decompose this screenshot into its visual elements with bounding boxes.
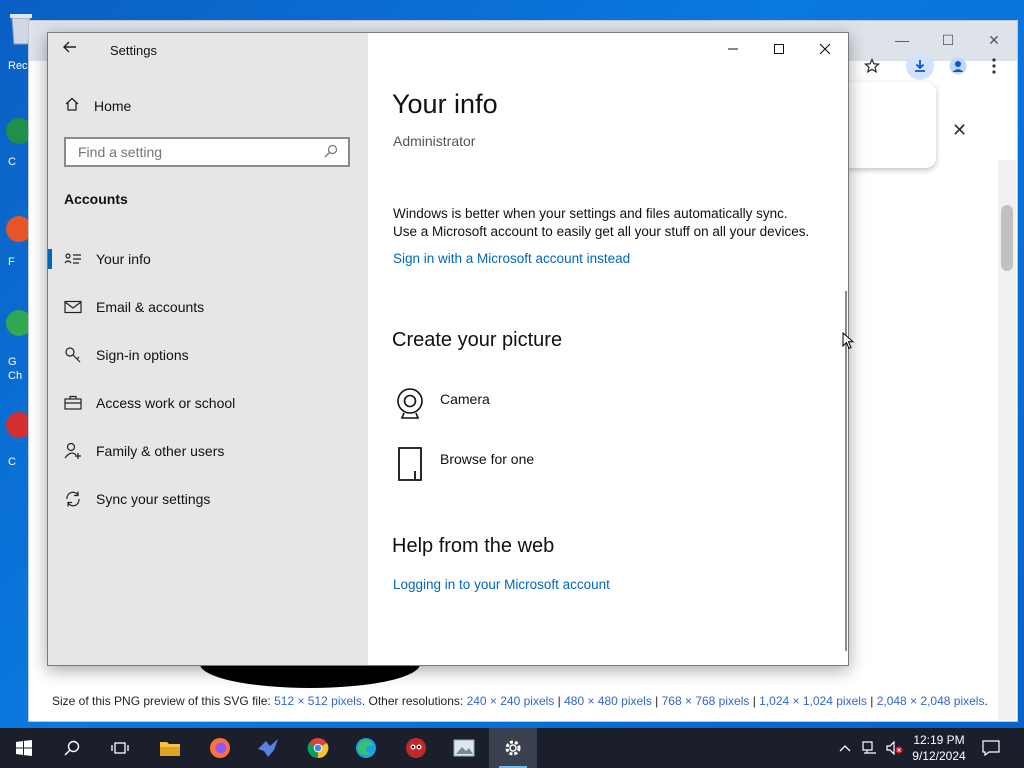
window-title: Settings: [110, 43, 157, 58]
resolution-link[interactable]: 768 × 768 pixels: [662, 694, 750, 708]
help-heading: Help from the web: [392, 535, 555, 557]
desktop-label-recycle-bin: Rec: [8, 60, 28, 72]
browse-option[interactable]: Browse for one: [394, 447, 534, 486]
footer-end: .: [984, 694, 988, 708]
desktop-label-3: G: [8, 356, 17, 368]
firefox-icon[interactable]: [196, 728, 244, 768]
edge-icon[interactable]: [342, 728, 390, 768]
chrome-scrollbar-thumb[interactable]: [1001, 205, 1013, 271]
nav-label: Sign-in options: [96, 347, 189, 363]
home-nav-item[interactable]: Home: [64, 95, 131, 117]
start-icon[interactable]: [0, 728, 48, 768]
chrome-close-button[interactable]: ✕: [979, 29, 1009, 51]
nav-item-family-other-users[interactable]: Family & other users: [48, 433, 368, 469]
nav-item-access-work-school[interactable]: Access work or school: [48, 385, 368, 421]
bookmark-star-icon[interactable]: [858, 52, 886, 80]
nav-label: Email & accounts: [96, 299, 205, 315]
file-explorer-icon[interactable]: [146, 728, 194, 768]
desktop-label-5: C: [8, 456, 16, 468]
resolution-link[interactable]: 480 × 480 pixels: [564, 694, 652, 708]
chrome-menu-icon[interactable]: [980, 52, 1008, 80]
nav-item-email-accounts[interactable]: Email & accounts: [48, 289, 368, 325]
network-icon[interactable]: [862, 728, 878, 768]
resolution-link[interactable]: 1,024 × 1,024 pixels: [759, 694, 867, 708]
sign-in-microsoft-link[interactable]: Sign in with a Microsoft account instead: [393, 251, 630, 266]
nav-item-your-info[interactable]: Your info: [48, 241, 368, 277]
webcam-icon: [394, 387, 426, 424]
notifications-icon[interactable]: [982, 728, 1000, 768]
clock-time: 12:19 PM: [913, 733, 965, 747]
search-icon[interactable]: [48, 728, 96, 768]
minimize-button[interactable]: [710, 33, 756, 65]
desktop-label-2: F: [8, 256, 15, 268]
mouse-cursor-icon: [842, 332, 854, 350]
resolution-link[interactable]: 512 × 512 pixels: [274, 694, 362, 708]
search-input[interactable]: [76, 143, 324, 161]
mail-icon: [64, 298, 82, 316]
page-title: Your info: [392, 89, 498, 119]
search-icon[interactable]: [324, 144, 348, 161]
camera-label: Camera: [440, 391, 490, 407]
chrome-minimize-button[interactable]: —: [887, 29, 917, 51]
key-icon: [64, 346, 82, 364]
bird-app-icon[interactable]: [244, 728, 292, 768]
nav-item-sign-in-options[interactable]: Sign-in options: [48, 337, 368, 373]
app-icon[interactable]: [392, 728, 440, 768]
sync-description: Windows is better when your settings and…: [393, 205, 833, 268]
close-button[interactable]: [802, 33, 848, 65]
task-view-icon[interactable]: [96, 728, 144, 768]
camera-option[interactable]: Camera: [394, 387, 490, 424]
profile-icon[interactable]: [944, 52, 972, 80]
back-arrow-icon[interactable]: [62, 39, 86, 61]
add-person-icon: [64, 442, 82, 460]
nav-label: Family & other users: [96, 443, 225, 459]
taskbar-clock[interactable]: 12:19 PM 9/12/2024: [908, 732, 970, 764]
sync-text-line: Windows is better when your settings and…: [393, 206, 788, 221]
download-icon[interactable]: [906, 52, 934, 80]
sync-icon: [64, 490, 82, 508]
briefcase-icon: [64, 394, 82, 412]
settings-window: Settings Home Accounts Your info Email &: [47, 32, 849, 666]
popup-close-icon[interactable]: ✕: [952, 120, 967, 141]
settings-main-content: Your info Administrator Windows is bette…: [368, 33, 848, 665]
taskbar: 12:19 PM 9/12/2024: [0, 728, 1024, 768]
desktop-label-4: Ch: [8, 370, 23, 382]
home-icon: [64, 96, 80, 117]
find-setting-search[interactable]: [64, 137, 350, 167]
settings-gear-icon[interactable]: [489, 728, 537, 768]
section-title: Accounts: [64, 191, 128, 207]
nav-item-sync-settings[interactable]: Sync your settings: [48, 481, 368, 517]
sync-text-line: Use a Microsoft account to easily get al…: [393, 224, 810, 239]
resolution-link[interactable]: 2,048 × 2,048 pixels: [877, 694, 985, 708]
clock-date: 9/12/2024: [912, 749, 966, 763]
resolution-link[interactable]: 240 × 240 pixels: [467, 694, 555, 708]
browse-file-icon: [394, 447, 426, 486]
footer-prefix: Size of this PNG preview of this SVG fil…: [52, 694, 271, 708]
nav-label: Sync your settings: [96, 491, 211, 507]
image-viewer-icon[interactable]: [440, 728, 488, 768]
volume-muted-icon[interactable]: [886, 728, 904, 768]
help-microsoft-login-link[interactable]: Logging in to your Microsoft account: [393, 577, 610, 592]
footer-mid: . Other resolutions:: [361, 694, 464, 708]
account-name: Administrator: [393, 133, 476, 149]
create-picture-heading: Create your picture: [392, 329, 563, 351]
desktop-label-1: C: [8, 156, 16, 168]
nav-label: Access work or school: [96, 395, 236, 411]
nav-label: Your info: [96, 251, 151, 267]
settings-sidebar: Settings Home Accounts Your info Email &: [48, 33, 368, 665]
chrome-maximize-button[interactable]: ☐: [933, 29, 963, 51]
maximize-button[interactable]: [756, 33, 802, 65]
home-label: Home: [94, 98, 132, 114]
chrome-icon[interactable]: [294, 728, 342, 768]
file-resolution-info: Size of this PNG preview of this SVG fil…: [52, 694, 988, 708]
contact-card-icon: [64, 250, 82, 268]
show-hidden-icons-chevron-icon[interactable]: [838, 728, 852, 768]
browse-label: Browse for one: [440, 451, 535, 467]
